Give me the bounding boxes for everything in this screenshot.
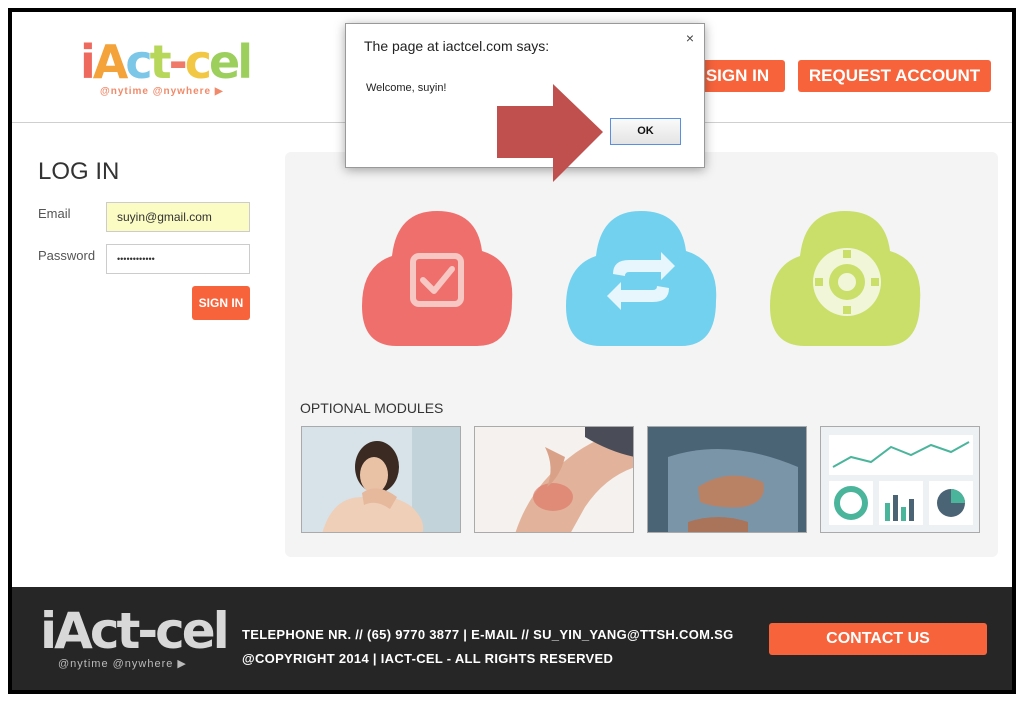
email-label: Email: [38, 206, 71, 221]
module-dashboard[interactable]: [820, 426, 980, 533]
footer-logo: iAct-cel @nytime @nywhere ▶: [40, 602, 230, 670]
login-form: LOG IN Email suyin@gmail.com Password ••…: [38, 158, 258, 328]
ok-button[interactable]: OK: [610, 118, 681, 145]
sync-icon: [566, 211, 717, 346]
arrow-annotation-icon: [497, 84, 603, 182]
module-neck-pain[interactable]: [301, 426, 461, 533]
footer-logo-wordmark: iAct-cel: [40, 602, 230, 660]
knee-pain-photo: [475, 427, 633, 532]
password-label: Password: [38, 248, 96, 263]
neck-pain-photo: [302, 427, 460, 532]
request-account-button[interactable]: REQUEST ACCOUNT: [798, 60, 991, 92]
module-knee-pain[interactable]: [474, 426, 634, 533]
login-sign-in-button[interactable]: SIGN IN: [192, 286, 250, 320]
optional-modules-title: OPTIONAL MODULES: [300, 400, 444, 416]
gear-icon: [770, 211, 921, 346]
checkbox-cloud-button[interactable]: [357, 196, 517, 356]
contact-us-button[interactable]: CONTACT US: [769, 623, 987, 655]
modules-panel: OPTIONAL MODULES: [285, 152, 998, 557]
sync-cloud-button[interactable]: [561, 196, 721, 356]
password-row: Password ••••••••••••: [38, 244, 258, 286]
chest-pain-photo: [648, 427, 806, 532]
footer-contact-info: TELEPHONE NR. // (65) 9770 3877 | E-MAIL…: [242, 623, 734, 671]
checkbox-icon: [362, 211, 513, 346]
gear-cloud-button[interactable]: [765, 196, 925, 356]
close-icon[interactable]: ×: [686, 30, 694, 46]
logo-wordmark: iAct-cel: [80, 35, 253, 89]
dialog-title: The page at iactcel.com says:: [364, 38, 550, 54]
email-field[interactable]: suyin@gmail.com: [106, 202, 250, 232]
site-footer: iAct-cel @nytime @nywhere ▶ TELEPHONE NR…: [12, 587, 1012, 690]
email-row: Email suyin@gmail.com: [38, 202, 258, 244]
password-field[interactable]: ••••••••••••: [106, 244, 250, 274]
site-logo[interactable]: iAct-cel @nytime @nywhere ▶: [80, 38, 255, 100]
module-chest-pain[interactable]: [647, 426, 807, 533]
login-title: LOG IN: [38, 158, 120, 185]
dashboard-photo: [821, 427, 979, 532]
dialog-message: Welcome, suyin!: [366, 82, 447, 94]
footer-contact-line: TELEPHONE NR. // (65) 9770 3877 | E-MAIL…: [242, 627, 734, 642]
footer-copyright-line: @COPYRIGHT 2014 | IACT-CEL - ALL RIGHTS …: [242, 651, 614, 666]
